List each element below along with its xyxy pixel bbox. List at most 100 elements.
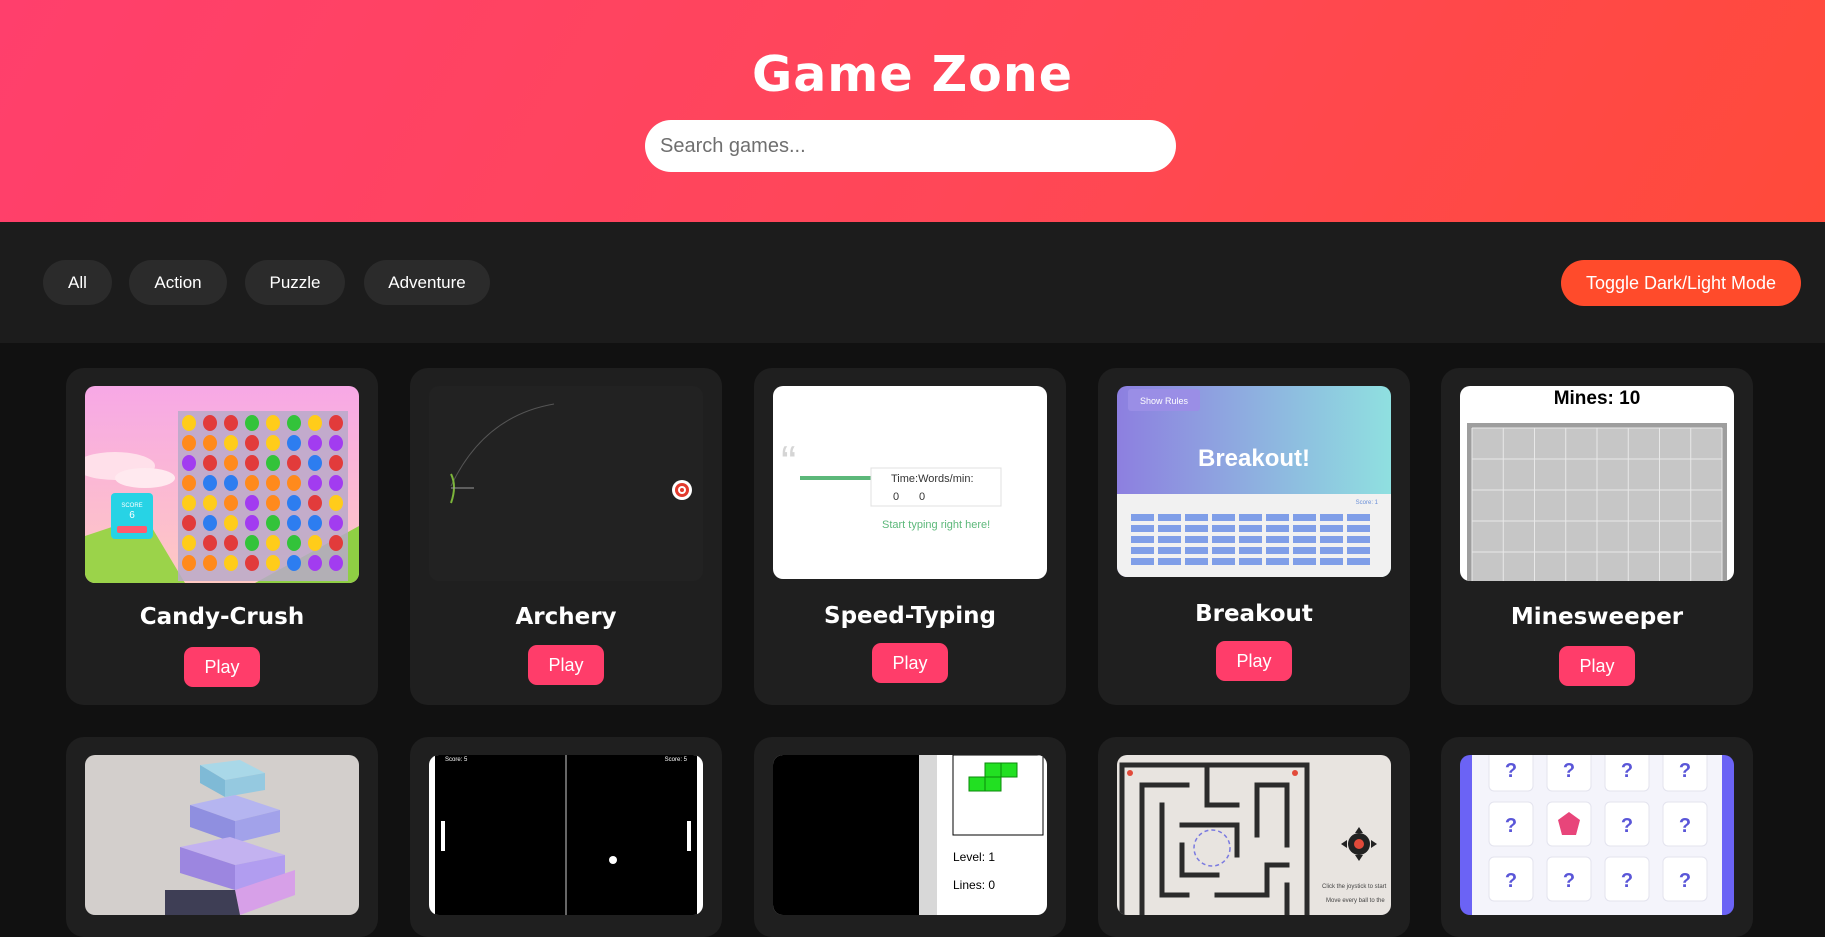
game-card-minesweeper: Mines: 10 Minesweeper Play [1441,368,1753,705]
game-card-pong: Score: 5 Score: 5 [410,737,722,937]
pong-score-right: Score: 5 [665,757,688,763]
candy-piece [224,495,238,511]
candy-piece [329,475,343,491]
candy-piece [308,435,322,451]
candy-piece [287,535,301,551]
breakout-brick [1239,525,1262,532]
candy-piece [203,475,217,491]
candy-piece [203,555,217,571]
breakout-brick [1131,525,1154,532]
svg-text:“: “ [781,436,796,488]
site-title: Game Zone [752,46,1073,103]
game-card-breakout: Show Rules Breakout! Score: 1 Breakout P… [1098,368,1410,705]
candy-score-label: SCORE [121,503,142,509]
game-card-maze: Click the joystick to start Move every b… [1098,737,1410,937]
breakout-brick [1185,558,1208,565]
play-button-archery[interactable]: Play [528,645,604,685]
memory-card-hidden: ? [1505,815,1517,837]
breakout-brick [1185,525,1208,532]
candy-piece [245,515,259,531]
search-input[interactable] [645,120,1176,172]
candy-piece [203,515,217,531]
game-card-stack [66,737,378,937]
breakout-score: Score: 1 [1356,500,1379,506]
breakout-brick [1266,514,1289,521]
filter-all-button[interactable]: All [43,260,112,305]
tetris-level: Level: 1 [953,850,995,864]
theme-toggle-button[interactable]: Toggle Dark/Light Mode [1561,260,1801,306]
game-card-archery: Archery Play [410,368,722,705]
breakout-brick [1239,536,1262,543]
candy-piece [203,415,217,431]
play-button-minesweeper[interactable]: Play [1559,646,1635,686]
breakout-brick [1266,525,1289,532]
game-title: Speed-Typing [824,603,996,629]
breakout-brick [1185,536,1208,543]
memory-card-hidden: ? [1621,815,1633,837]
typing-stats-label: Time:Words/min: [891,473,974,485]
memory-card-hidden: ? [1563,760,1575,782]
candy-piece [329,455,343,471]
breakout-brick [1347,547,1370,554]
candy-piece [329,495,343,511]
breakout-brick [1347,536,1370,543]
candy-piece [287,415,301,431]
game-card-tetris: Level: 1 Lines: 0 [754,737,1066,937]
breakout-brick [1293,536,1316,543]
breakout-brick [1212,547,1235,554]
candy-piece [266,435,280,451]
memory-card-hidden: ? [1505,760,1517,782]
candy-piece [266,415,280,431]
filter-action-button[interactable]: Action [129,260,227,305]
breakout-brick [1320,558,1343,565]
candy-piece [245,495,259,511]
candy-piece [287,515,301,531]
candy-piece [203,535,217,551]
play-button-breakout[interactable]: Play [1216,641,1292,681]
candy-piece [182,415,196,431]
site-header [0,0,1825,222]
candy-piece [182,535,196,551]
filter-adventure-button[interactable]: Adventure [364,260,490,305]
play-button-speed-typing[interactable]: Play [872,643,948,683]
maze-thumbnail: Click the joystick to start Move every b… [1117,755,1391,915]
breakout-brick [1239,547,1262,554]
candy-piece [245,475,259,491]
breakout-brick [1158,536,1181,543]
breakout-brick [1347,525,1370,532]
candy-piece [266,475,280,491]
candy-piece [182,435,196,451]
candy-piece [329,535,343,551]
show-rules-button: Show Rules [1140,396,1189,406]
archery-thumbnail [429,386,703,581]
pong-thumbnail: Score: 5 Score: 5 [429,755,703,915]
candy-piece [308,555,322,571]
breakout-brick [1131,514,1154,521]
minesweeper-thumbnail: Mines: 10 [1460,386,1734,581]
breakout-brick [1293,514,1316,521]
mines-counter: Mines: 10 [1554,388,1641,409]
candy-piece [287,455,301,471]
memory-card-hidden: ? [1621,870,1633,892]
candy-piece [308,455,322,471]
breakout-brick [1320,525,1343,532]
candy-piece [182,455,196,471]
stack-thumbnail [85,755,359,915]
candy-piece [308,415,322,431]
speed-typing-thumbnail: “ Time:Words/min: 0 0 Start typing right… [773,386,1047,579]
candy-piece [224,555,238,571]
candy-piece [329,515,343,531]
candy-piece [203,455,217,471]
play-button-candy-crush[interactable]: Play [184,647,260,687]
breakout-heading: Breakout! [1198,445,1310,472]
memory-card-hidden: ? [1679,815,1691,837]
typing-prompt: Start typing right here! [882,519,990,531]
breakout-brick [1212,514,1235,521]
breakout-brick [1266,558,1289,565]
candy-piece [245,535,259,551]
filter-puzzle-button[interactable]: Puzzle [245,260,345,305]
candy-piece [203,495,217,511]
maze-instruction-1: Click the joystick to start [1322,884,1387,890]
candy-piece [224,435,238,451]
candy-piece [287,435,301,451]
